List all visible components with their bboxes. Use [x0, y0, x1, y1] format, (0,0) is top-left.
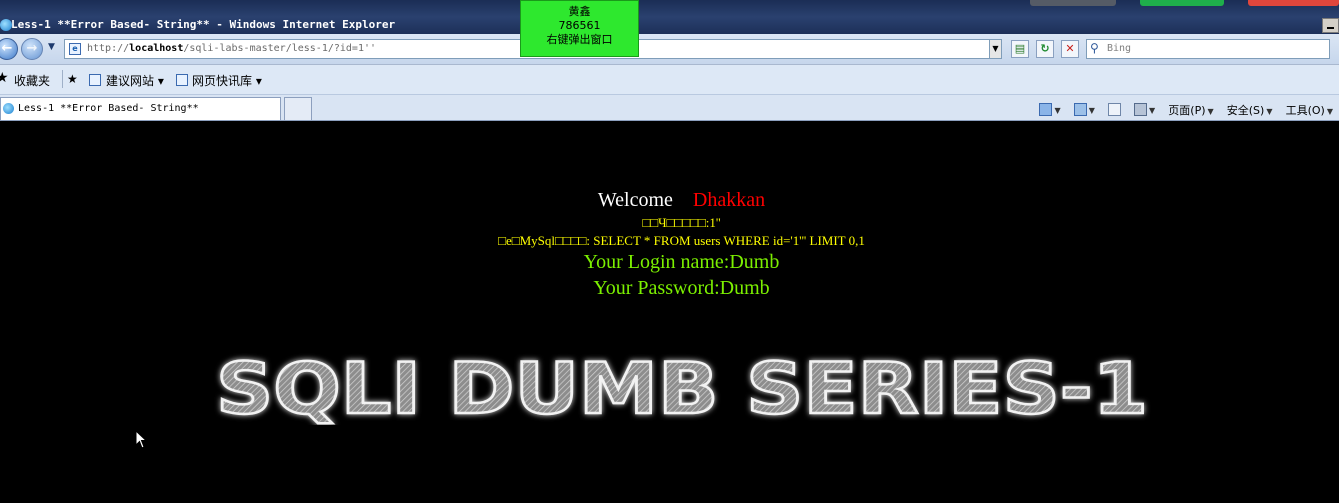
- page-content: Welcome Dhakkan □□Ч□□□□□:1'' □e□MySql□□□…: [0, 121, 1339, 503]
- error-message-1: □□Ч□□□□□:1'': [642, 215, 721, 230]
- tab-label: Less-1 **Error Based- String**: [18, 103, 199, 114]
- tools-menu[interactable]: 工具(O) ▼: [1286, 102, 1333, 118]
- mouse-cursor-icon: [135, 430, 148, 449]
- popup-line-1: 黄鑫: [568, 5, 591, 18]
- ie-logo-icon: [3, 103, 14, 114]
- feed-icon: [1073, 103, 1087, 117]
- mail-button[interactable]: [1107, 103, 1121, 117]
- command-bar: ▼ ▼ ▼ 页面(P) ▼ 安全(S) ▼ 工具(O) ▼: [1031, 99, 1333, 117]
- sqli-dumb-series-banner: SQLI DUMB SERIES-1: [215, 353, 1150, 425]
- home-button[interactable]: ▼: [1039, 103, 1061, 117]
- back-arrow-icon: ←: [1, 41, 13, 56]
- popup-line-3: 右键弹出窗口: [546, 33, 613, 46]
- popup-window[interactable]: 黄鑫 786561 右键弹出窗口: [520, 0, 639, 57]
- page-menu[interactable]: 页面(P) ▼: [1168, 102, 1213, 118]
- ie-page-icon: [89, 74, 101, 86]
- url-text: http://localhost/sqli-labs-master/less-1…: [87, 43, 376, 54]
- overlay-button-green[interactable]: [1140, 0, 1224, 6]
- mail-icon: [1107, 103, 1121, 117]
- address-row: ← → ▼ e http://localhost/sqli-labs-maste…: [0, 34, 1339, 65]
- overlay-button-red[interactable]: [1248, 0, 1339, 6]
- forward-arrow-icon: →: [26, 41, 38, 56]
- web-slice-gallery-link[interactable]: 网页快讯库 ▾: [192, 72, 262, 89]
- feeds-button[interactable]: ▼: [1073, 103, 1095, 117]
- search-input[interactable]: ⚲ Bing: [1086, 39, 1330, 59]
- banner-text: SQLI DUMB SERIES-1: [216, 353, 1148, 425]
- tab-less-1[interactable]: Less-1 **Error Based- String**: [0, 97, 281, 120]
- title-bar: Less-1 **Error Based- String** - Windows…: [0, 0, 1339, 34]
- history-dropdown-icon[interactable]: ▼: [48, 42, 55, 52]
- new-tab-button[interactable]: [284, 97, 312, 120]
- search-icon: ⚲: [1090, 41, 1099, 55]
- favorites-star-icon[interactable]: ★: [0, 70, 9, 86]
- password-text: Your Password:Dumb: [593, 277, 770, 299]
- welcome-line: Welcome Dhakkan: [0, 189, 1339, 212]
- add-favorite-icon[interactable]: ★: [67, 72, 78, 86]
- address-dropdown-button[interactable]: ▼: [989, 39, 1002, 59]
- minimize-button[interactable]: [1322, 18, 1339, 33]
- favorites-bar: ★ 收藏夹 ★ 建议网站 ▾ 网页快讯库 ▾: [0, 65, 1339, 95]
- search-placeholder: Bing: [1107, 43, 1132, 54]
- stop-button[interactable]: ✕: [1061, 40, 1079, 58]
- error-message-2: □e□MySql□□□□: SELECT * FROM users WHERE …: [498, 233, 865, 248]
- popup-line-2: 786561: [558, 19, 601, 32]
- page-icon: e: [69, 43, 81, 55]
- safety-menu[interactable]: 安全(S) ▼: [1227, 102, 1273, 118]
- user-name: Dhakkan: [692, 189, 766, 211]
- ie-page-icon: [176, 74, 188, 86]
- login-name: Your Login name:Dumb: [583, 251, 780, 273]
- print-icon: [1134, 103, 1148, 117]
- suggested-sites-link[interactable]: 建议网站 ▾: [106, 72, 164, 89]
- welcome-text: Welcome: [597, 189, 673, 211]
- window-title: Less-1 **Error Based- String** - Windows…: [11, 18, 396, 31]
- overlay-button-gray[interactable]: [1030, 0, 1116, 6]
- compatibility-view-button[interactable]: ▤: [1011, 40, 1029, 58]
- back-button[interactable]: ←: [0, 38, 18, 60]
- tab-row: Less-1 **Error Based- String** ▼ ▼ ▼ 页面(…: [0, 95, 1339, 121]
- divider: [62, 70, 63, 88]
- home-icon: [1039, 103, 1053, 117]
- favorites-button[interactable]: 收藏夹: [14, 72, 50, 89]
- refresh-button[interactable]: ↻: [1036, 40, 1054, 58]
- forward-button[interactable]: →: [21, 38, 43, 60]
- print-button[interactable]: ▼: [1134, 103, 1155, 117]
